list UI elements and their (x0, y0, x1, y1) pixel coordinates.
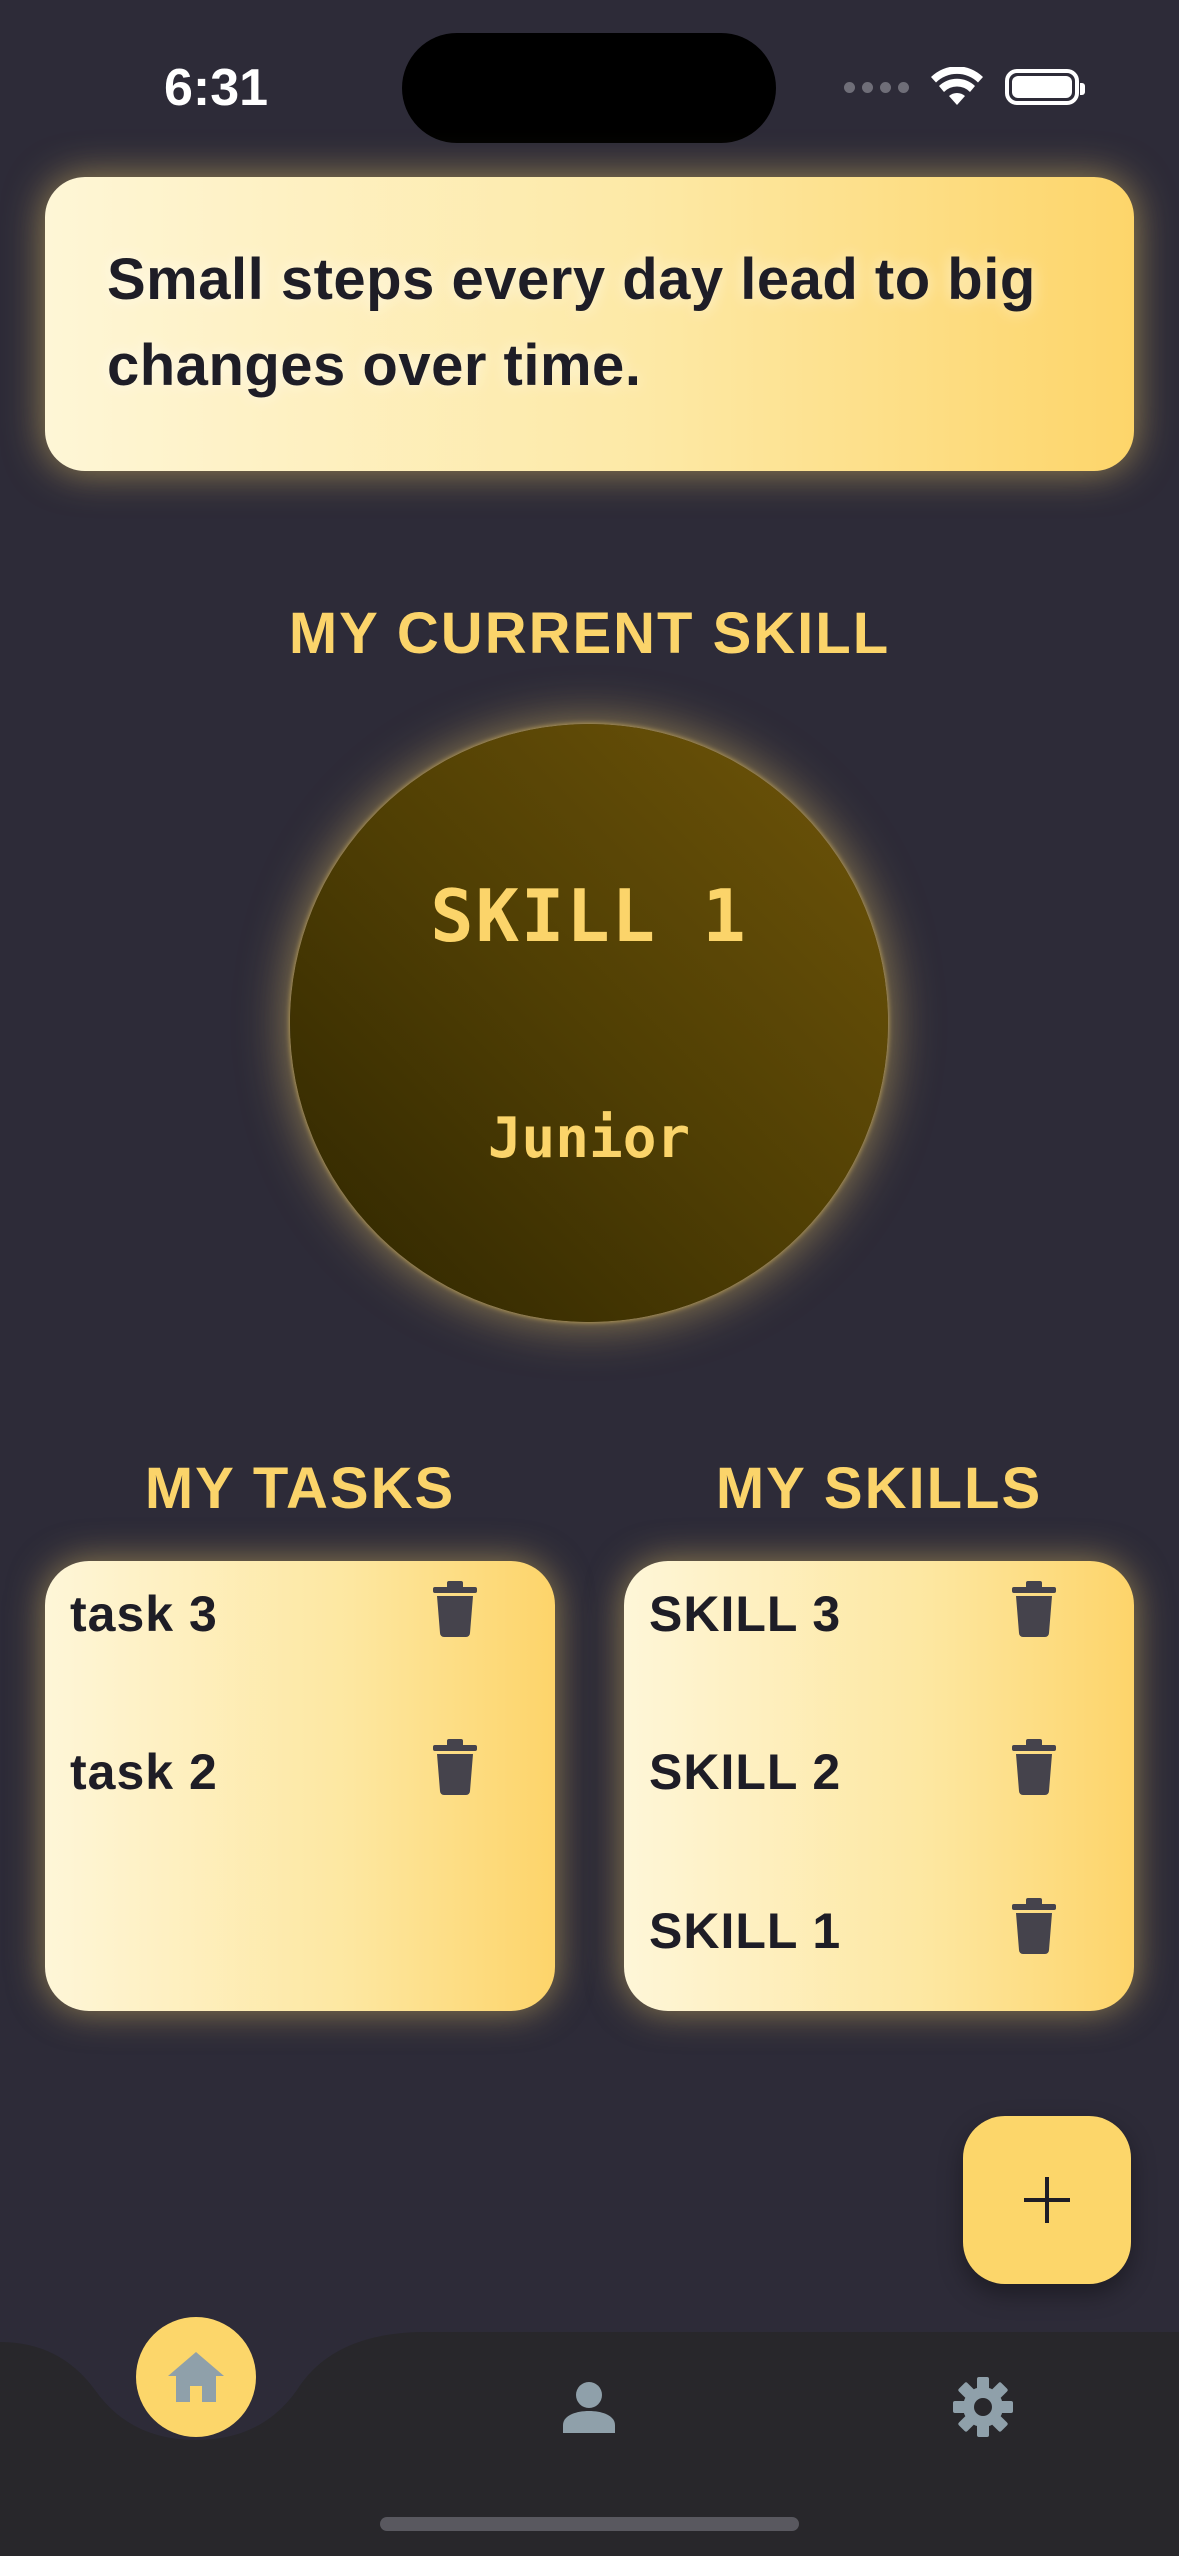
current-skill-heading: MY CURRENT SKILL (288, 601, 891, 666)
quote-card: Small steps every day lead to big change… (45, 177, 1134, 471)
cellular-signal-icon (844, 81, 909, 93)
home-icon (168, 2352, 224, 2402)
trash-icon[interactable] (1012, 1739, 1056, 1795)
tasks-heading: MY TASKS (144, 1456, 456, 1521)
task-row[interactable]: task 2 (45, 1719, 555, 1819)
dynamic-island (402, 33, 776, 143)
task-row[interactable]: task 3 (45, 1561, 555, 1661)
task-label: task 2 (70, 1744, 218, 1800)
skill-row[interactable]: SKILL 2 (624, 1719, 1134, 1819)
skills-heading: MY SKILLS (715, 1456, 1043, 1521)
trash-icon[interactable] (433, 1739, 477, 1795)
skill-label: SKILL 2 (649, 1744, 842, 1800)
trash-icon[interactable] (1012, 1898, 1056, 1954)
status-time: 6:31 (164, 59, 269, 117)
app-screen: 6:31 Small steps every day lead to big c… (0, 0, 1179, 2556)
wifi-icon (931, 67, 983, 105)
current-skill-circle[interactable]: SKILL 1 Junior (290, 724, 888, 1322)
skill-label: SKILL 1 (649, 1903, 842, 1959)
gear-icon (953, 2377, 1013, 2437)
tasks-list: task 3 task 2 (45, 1561, 555, 2011)
nav-home-button[interactable] (136, 2317, 256, 2437)
home-indicator[interactable] (380, 2517, 799, 2531)
skills-list: SKILL 3 SKILL 2 SKILL 1 (624, 1561, 1134, 2011)
skill-row[interactable]: SKILL 1 (624, 1878, 1134, 1978)
plus-icon (1024, 2177, 1070, 2223)
nav-settings-button[interactable] (946, 2370, 1020, 2444)
trash-icon[interactable] (1012, 1581, 1056, 1637)
status-icons (844, 62, 1085, 112)
skill-label: SKILL 3 (649, 1586, 842, 1642)
person-icon (563, 2382, 615, 2433)
battery-icon (1005, 69, 1085, 105)
quote-text: Small steps every day lead to big change… (107, 247, 1036, 398)
current-skill-level: Junior (487, 1106, 691, 1171)
trash-icon[interactable] (433, 1581, 477, 1637)
skill-row[interactable]: SKILL 3 (624, 1561, 1134, 1661)
add-button[interactable] (963, 2116, 1131, 2284)
nav-profile-button[interactable] (554, 2372, 624, 2442)
current-skill-name: SKILL 1 (430, 874, 748, 958)
task-label: task 3 (70, 1586, 218, 1642)
